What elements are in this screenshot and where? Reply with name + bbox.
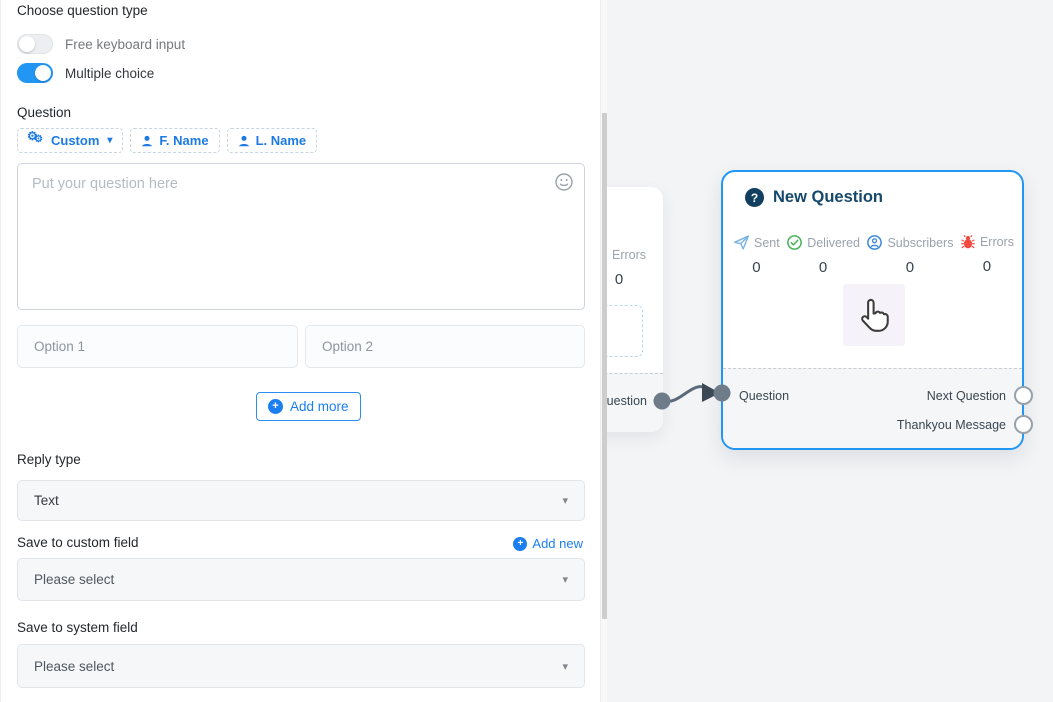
question-heading: Question [17,105,71,120]
question-editor-screen: Choose question type Free keyboard input… [0,0,1053,702]
add-new-custom-field-link[interactable]: + Add new [513,536,583,551]
output-port-label: Thankyou Message [897,418,1006,432]
toggle-knob [19,36,35,52]
connection-wire [662,387,710,402]
dashed-placeholder-box [607,305,643,357]
flow-canvas[interactable]: Errors 0 Next Question ? New Question [607,0,1053,702]
save-custom-field-select[interactable]: Please select ▾ [17,558,585,601]
bug-icon [960,234,976,250]
plus-circle-icon: + [268,399,283,414]
plus-circle-icon: + [513,537,527,551]
option-2-input[interactable] [305,325,585,368]
gears-icon: ⚙⚙ [28,133,45,148]
stat-value: 0 [866,259,953,276]
subscribers-stat: Subscribers 0 [866,234,953,276]
node-footer: Question Next Question Thankyou Message [723,368,1022,448]
chip-label: F. Name [159,133,208,148]
chip-label: Custom [51,133,99,148]
arrowhead-icon [702,383,720,402]
user-circle-icon [866,234,883,251]
add-more-label: Add more [290,399,349,414]
save-system-field-heading: Save to system field [17,620,138,635]
output-port-label: Next Question [607,394,647,408]
system-field-value: Please select [34,659,114,674]
previous-question-node[interactable]: Errors 0 Next Question [607,187,663,432]
reply-type-value: Text [34,493,59,508]
choose-question-type-heading: Choose question type [17,3,148,18]
chevron-down-icon: ▾ [107,135,112,146]
free-keyboard-input-toggle[interactable] [17,34,53,54]
stat-value: 0 [786,259,860,276]
person-icon [141,135,153,147]
toggle-knob [35,65,51,81]
chevron-down-icon: ▾ [562,494,568,507]
chip-label: L. Name [256,133,307,148]
save-system-field-select[interactable]: Please select ▾ [17,644,585,688]
question-text-input[interactable] [18,164,584,309]
delivered-stat: Delivered 0 [786,234,860,276]
merge-field-chips: ⚙⚙ Custom ▾ F. Name L. Name [17,128,317,153]
stat-value: 0 [607,271,655,288]
custom-field-value: Please select [34,572,114,587]
reply-type-select[interactable]: Text ▾ [17,480,585,521]
free-keyboard-input-row: Free keyboard input [17,33,185,55]
sent-stat: Sent 0 [733,234,780,276]
check-circle-icon [786,234,803,251]
multiple-choice-row: Multiple choice [17,62,154,84]
chevron-down-icon: ▾ [562,573,568,586]
node-footer: Next Question [607,373,663,432]
person-icon [238,135,250,147]
stat-value: 0 [733,259,780,276]
thankyou-message-output-port[interactable] [1014,415,1033,434]
question-text-box [17,163,585,310]
node-stats-row: Sent 0 Delivered 0 [733,234,1014,276]
new-question-node[interactable]: ? New Question Sent 0 [721,170,1024,450]
reply-type-heading: Reply type [17,452,81,467]
stat-label: Sent [754,236,780,250]
next-question-output-port[interactable] [1014,386,1033,405]
first-name-chip[interactable]: F. Name [130,128,219,153]
multiple-choice-toggle[interactable] [17,63,53,83]
multiple-choice-label: Multiple choice [65,66,154,81]
question-mark-icon: ? [745,188,764,207]
output-port-label: Next Question [927,389,1006,403]
errors-stat: Errors 0 [960,234,1014,276]
add-new-label: Add new [532,536,583,551]
errors-stat: Errors 0 [607,247,655,288]
hand-pointer-icon [855,296,893,334]
stat-label: Errors [980,235,1014,249]
free-keyboard-input-label: Free keyboard input [65,37,185,52]
bug-icon [607,247,608,263]
mouse-cursor-highlight [843,284,905,346]
chevron-down-icon: ▾ [562,660,568,673]
stat-value: 0 [960,258,1014,275]
emoji-picker-icon[interactable] [554,172,574,192]
question-config-panel: Choose question type Free keyboard input… [0,0,600,702]
input-port-label: Question [739,389,789,403]
paper-plane-icon [733,234,750,251]
option-1-input[interactable] [17,325,298,368]
custom-field-dropdown-chip[interactable]: ⚙⚙ Custom ▾ [17,128,123,153]
node-header: ? New Question [745,188,883,207]
save-custom-field-heading: Save to custom field [17,535,139,550]
stat-label: Errors [612,248,646,262]
last-name-chip[interactable]: L. Name [227,128,318,153]
add-more-option-button[interactable]: + Add more [256,392,361,421]
stat-label: Subscribers [887,236,953,250]
node-title: New Question [773,188,883,207]
stat-label: Delivered [807,236,860,250]
